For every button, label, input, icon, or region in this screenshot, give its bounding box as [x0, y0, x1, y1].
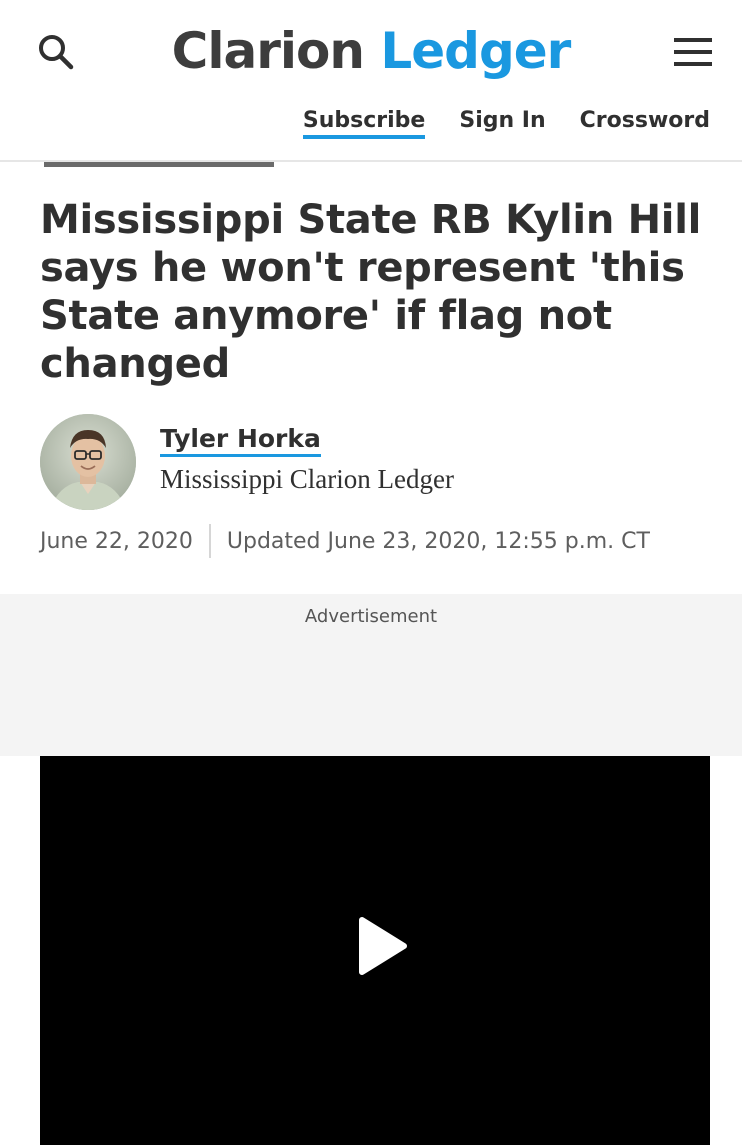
play-icon [359, 917, 407, 975]
author-photo [40, 414, 136, 510]
site-logo[interactable]: Clarion Ledger [0, 20, 742, 82]
article-page: Clarion Ledger Subscribe Sign In Crosswo… [0, 0, 742, 1145]
author-name-link[interactable]: Tyler Horka [160, 424, 321, 457]
hamburger-menu-icon [674, 36, 712, 68]
article-dates: June 22, 2020 Updated June 23, 2020, 12:… [40, 524, 650, 558]
logo-word-ledger: Ledger [380, 22, 571, 80]
crossword-link[interactable]: Crossword [580, 108, 710, 139]
site-header: Clarion Ledger Subscribe Sign In Crosswo… [0, 0, 742, 162]
advertisement-label: Advertisement [304, 606, 438, 627]
subscribe-link[interactable]: Subscribe [302, 108, 426, 139]
published-date: June 22, 2020 [40, 528, 193, 554]
video-player[interactable] [40, 756, 710, 1145]
header-nav: Subscribe Sign In Crossword [302, 108, 710, 139]
updated-date: Updated June 23, 2020, 12:55 p.m. CT [226, 528, 650, 554]
menu-button[interactable] [674, 36, 714, 68]
author-organization: Mississippi Clarion Ledger [160, 464, 454, 494]
article-headline: Mississippi State RB Kylin Hill says he … [40, 197, 702, 387]
section-divider [44, 162, 274, 167]
play-button[interactable] [356, 916, 408, 976]
logo-word-clarion: Clarion [171, 22, 365, 80]
sign-in-link[interactable]: Sign In [459, 108, 545, 139]
date-separator [208, 524, 211, 558]
advertisement-slot: Advertisement [0, 594, 742, 756]
author-avatar[interactable] [40, 414, 136, 510]
